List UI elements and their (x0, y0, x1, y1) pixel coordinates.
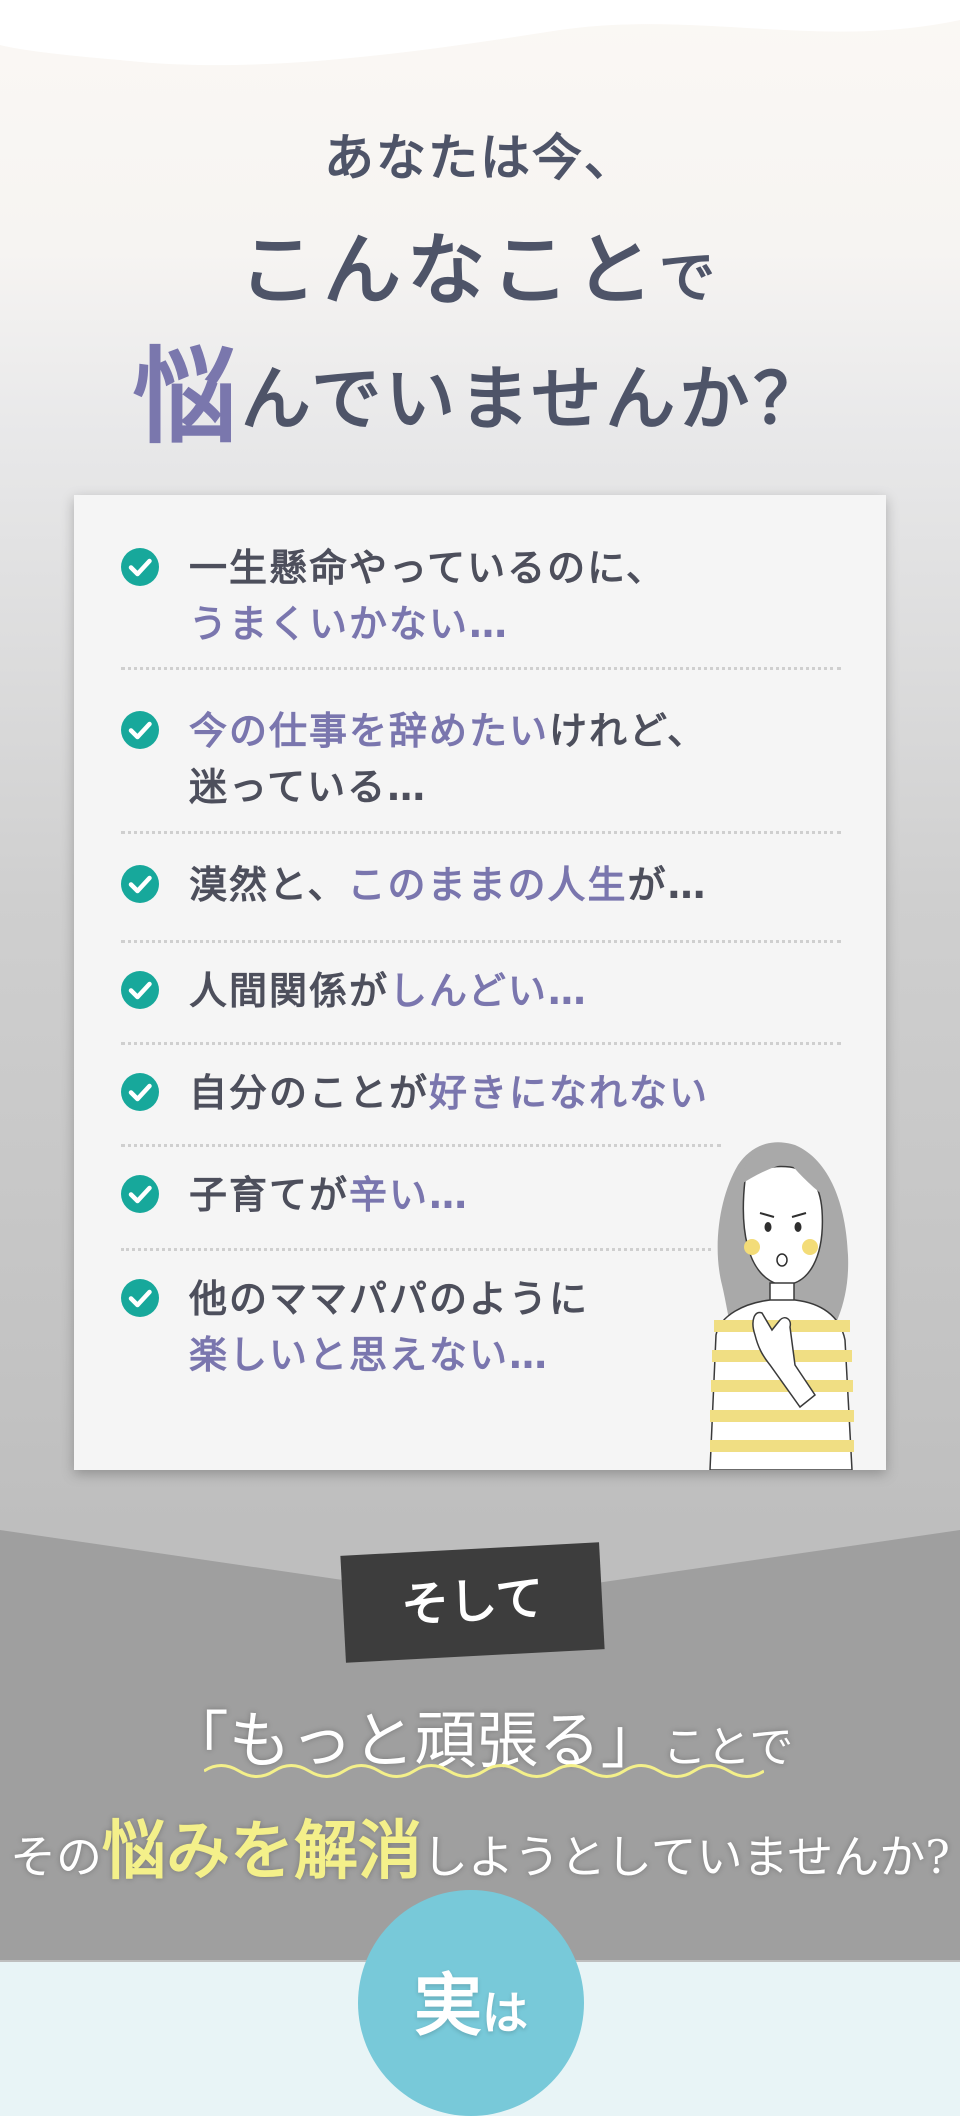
check-icon (121, 1175, 159, 1213)
item-text-highlight: 辛い… (349, 1173, 470, 1217)
jitsu-small: は (482, 1986, 528, 2040)
item-separator (121, 1042, 841, 1045)
item-separator (121, 831, 841, 834)
item-text-segment: 人間関係が (189, 969, 390, 1013)
jitsu-big: 実 (413, 1967, 482, 2046)
nayami-highlight: 悩みを解消 (102, 1814, 423, 1889)
checklist-item-text: 一生懸命やっているのに、 うまくいかない… (189, 540, 666, 652)
item-text-segment: 他のママパパのように (189, 1277, 590, 1321)
checklist-item-text: 他のママパパのように 楽しいと思えない… (189, 1271, 589, 1383)
check-icon (121, 1073, 159, 1111)
item-text-highlight: うまくいかない… (189, 602, 510, 646)
top-wave-decoration (0, 0, 960, 66)
heading-line-1: あなたは今、 (324, 128, 636, 187)
check-icon (121, 865, 159, 903)
item-text-highlight: 今の仕事を辞めたい (189, 709, 550, 753)
check-icon (121, 971, 159, 1009)
item-text-segment: けれど、 (549, 709, 708, 753)
item-text-highlight: 好きになれない (429, 1071, 710, 1115)
heading-line-2-small: で (659, 245, 721, 311)
checklist-item-text: 自分のことが好きになれない (189, 1065, 709, 1121)
check-icon (121, 1279, 159, 1317)
item-text-segment: 子育てが (189, 1173, 350, 1217)
check-icon (121, 711, 159, 749)
item-text-highlight: このままの人生 (347, 863, 628, 907)
item-text-segment: 一生懸命やっているのに、 (189, 546, 666, 590)
checklist-item-text: 子育てが辛い… (189, 1167, 469, 1223)
heading-line-2: こんなことで (0, 208, 960, 320)
jitsu-label: 実は (358, 1950, 584, 2049)
item-separator (121, 940, 841, 943)
check-icon (121, 548, 159, 586)
squiggle-underline (204, 1764, 764, 1778)
item-text-segment: 迷っている… (189, 765, 428, 809)
worried-woman-illustration (709, 1142, 854, 1470)
sono-text: その (10, 1830, 103, 1884)
item-text-segment: が… (627, 863, 708, 907)
item-text-highlight: しんどい… (389, 969, 588, 1013)
message-line-2: その悩みを解消しようとしていませんか? (0, 1800, 960, 1892)
checklist-item-text: 今の仕事を辞めたいけれど、 迷っている… (189, 703, 707, 815)
item-text-segment: 自分のことが (189, 1071, 430, 1115)
item-separator (121, 1144, 721, 1147)
soshite-label: そして (399, 1570, 546, 1634)
item-text-highlight: 楽しいと思えない… (189, 1333, 550, 1377)
item-separator (121, 667, 841, 670)
item-separator (121, 1248, 711, 1251)
message-rest: しようとしていませんか? (422, 1830, 950, 1884)
heading-line-2-main: こんなこと (238, 225, 659, 316)
heading-accent-char: 悩 (132, 335, 241, 458)
heading-line-3-rest: んでいませんか？ (240, 357, 828, 440)
checklist-item-text: 人間関係がしんどい… (189, 963, 588, 1019)
item-text-segment: 漠然と、 (189, 863, 348, 907)
checklist-item-text: 漠然と、このままの人生が… (189, 857, 708, 913)
heading-line-3: 悩んでいませんか？ (0, 312, 960, 463)
